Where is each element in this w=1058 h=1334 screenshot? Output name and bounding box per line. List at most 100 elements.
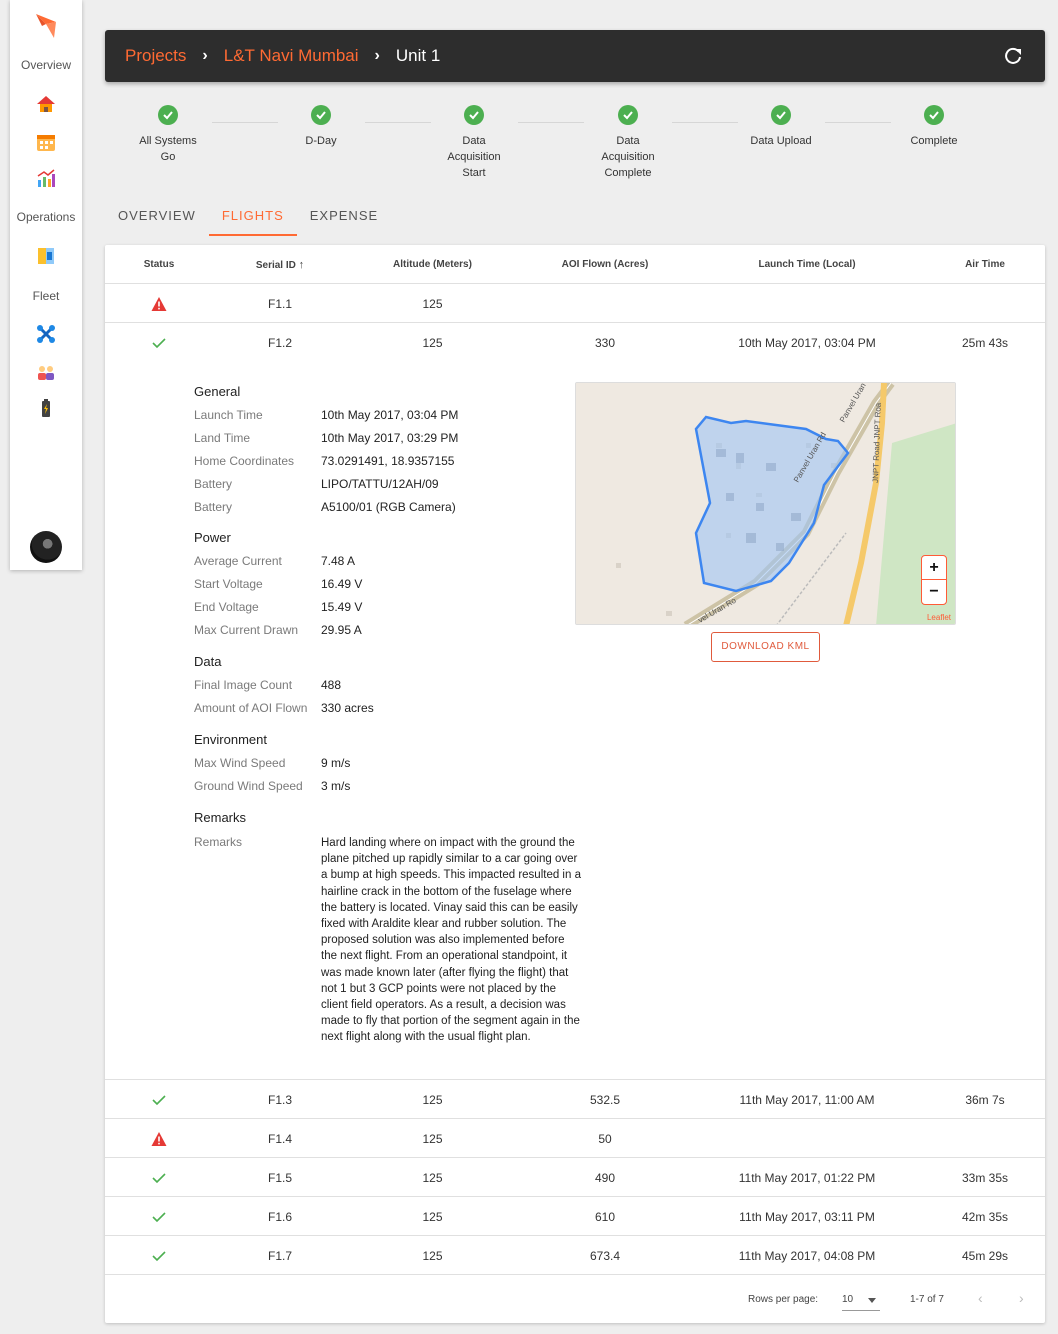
detail-value: 73.0291491, 18.9357155 — [321, 454, 455, 468]
check-circle-icon — [924, 105, 944, 125]
cell-air-time: 42m 35s — [961, 1210, 1009, 1224]
step-label: Data Upload — [750, 135, 812, 147]
cell-air-time: 33m 35s — [961, 1171, 1009, 1185]
cell-serial-id: F1.3 — [267, 1093, 292, 1107]
prev-page-icon[interactable]: ‹ — [978, 1290, 983, 1306]
tab-expense[interactable]: EXPENSE — [297, 200, 391, 236]
table-row[interactable]: F1.6 125 610 11th May 2017, 03:11 PM 42m 35s — [105, 1197, 1045, 1236]
detail-value: 488 — [321, 678, 342, 692]
tab-bar: OVERVIEW FLIGHTS EXPENSE — [105, 200, 391, 236]
battery-icon[interactable] — [36, 398, 56, 418]
remarks-text: Hard landing where on impact with the gr… — [321, 837, 581, 1044]
cell-air-time: 25m 43s — [961, 336, 1009, 350]
detail-value: 330 acres — [321, 701, 374, 715]
step-label: Data Acquisition Complete — [601, 135, 655, 179]
column-serial-id-label: Serial ID — [255, 260, 296, 271]
cell-altitude: 125 — [422, 1249, 443, 1263]
column-altitude: Altitude (Meters) — [393, 259, 472, 270]
check-circle-icon — [618, 105, 638, 125]
sidebar-overview-label: Overview — [20, 58, 71, 72]
cell-air-time: 45m 29s — [961, 1249, 1009, 1263]
map-canvas: Panvel Uran Rd Panvel Uran Rd JNPT Road … — [576, 383, 955, 624]
detail-value: 10th May 2017, 03:04 PM — [321, 408, 459, 422]
cell-launch-time: 10th May 2017, 03:04 PM — [738, 336, 876, 350]
refresh-icon[interactable] — [1003, 46, 1023, 66]
table-row[interactable]: F1.3 125 532.5 11th May 2017, 11:00 AM 36m 7… — [105, 1080, 1045, 1119]
step-item: Data Upload — [726, 105, 836, 149]
step-label: D-Day — [305, 135, 337, 147]
step-label: Complete — [910, 135, 958, 147]
check-circle-icon — [464, 105, 484, 125]
check-circle-icon — [771, 105, 791, 125]
section-environment-title: Environment — [194, 732, 267, 747]
detail-value: 15.49 V — [321, 600, 363, 614]
cell-altitude: 125 — [422, 297, 443, 311]
table-row[interactable]: F1.2 125 330 10th May 2017, 03:04 PM 25m 43s — [105, 323, 1045, 362]
calendar-icon[interactable] — [36, 132, 56, 152]
detail-value: 3 m/s — [321, 779, 351, 793]
map-attribution[interactable]: Leaflet — [927, 613, 951, 622]
progress-stepper: All Systems Go D-Day Data Acquisition Star… — [105, 100, 1045, 190]
table-row[interactable]: F1.4 125 50 — [105, 1119, 1045, 1158]
detail-value: LIPO/TATTU/12AH/09 — [321, 477, 439, 491]
cell-altitude: 125 — [422, 1171, 443, 1185]
column-status: Status — [143, 259, 175, 270]
cell-serial-id: F1.2 — [267, 336, 292, 350]
breadcrumb-projects[interactable]: Projects — [125, 46, 186, 66]
table-row[interactable]: F1.1 125 — [105, 284, 1045, 323]
cell-altitude: 125 — [422, 336, 443, 350]
step-label: Data Acquisition Start — [447, 135, 501, 179]
detail-label: Max Wind Speed — [194, 756, 286, 770]
detail-value: 16.49 V — [321, 577, 363, 591]
cell-aoi: 610 — [594, 1210, 616, 1224]
avatar[interactable] — [30, 531, 62, 563]
sidebar-fleet-label: Fleet — [32, 289, 60, 303]
sidebar-operations-label: Operations — [16, 210, 76, 224]
check-circle-icon — [311, 105, 331, 125]
check-icon — [152, 1173, 166, 1184]
chart-icon[interactable] — [36, 168, 56, 188]
rows-per-page-select[interactable]: 10 — [842, 1294, 880, 1311]
table-row[interactable]: F1.7 125 673.4 11th May 2017, 04:08 PM 45m 2… — [105, 1236, 1045, 1275]
check-icon — [152, 338, 166, 349]
step-item: D-Day — [266, 105, 376, 149]
table-header: Status Serial ID ↑ Altitude (Meters) AOI… — [105, 245, 1045, 284]
map-zoom-control: + − — [921, 555, 947, 605]
cell-altitude: 125 — [422, 1132, 443, 1146]
drone-icon[interactable] — [36, 324, 56, 344]
remarks-label: Remarks — [194, 835, 243, 849]
map-book-icon[interactable] — [36, 246, 56, 266]
team-icon[interactable] — [36, 362, 56, 382]
cell-aoi: 50 — [598, 1132, 612, 1146]
page-range: 1-7 of 7 — [910, 1294, 944, 1305]
cell-serial-id: F1.4 — [267, 1132, 292, 1146]
tab-flights[interactable]: FLIGHTS — [208, 200, 297, 236]
detail-value: 10th May 2017, 03:29 PM — [321, 431, 459, 445]
cell-launch-time: 11th May 2017, 11:00 AM — [739, 1093, 875, 1107]
detail-label: Max Current Drawn — [194, 623, 299, 637]
header-bar: Projects › L&T Navi Mumbai › Unit 1 — [105, 30, 1045, 82]
section-general-title: General — [194, 384, 241, 399]
flight-map[interactable]: Panvel Uran Rd Panvel Uran Rd JNPT Road … — [575, 382, 956, 625]
zoom-out-button[interactable]: − — [922, 580, 946, 604]
cell-air-time: 36m 7s — [965, 1093, 1005, 1107]
next-page-icon[interactable]: › — [1019, 1290, 1024, 1306]
detail-label: Battery — [194, 500, 233, 514]
download-kml-button[interactable]: DOWNLOAD KML — [711, 632, 820, 662]
logo-icon[interactable] — [34, 12, 58, 40]
home-icon[interactable] — [36, 94, 56, 114]
cell-serial-id: F1.6 — [267, 1210, 292, 1224]
column-serial-id[interactable]: Serial ID ↑ — [225, 259, 335, 271]
table-row[interactable]: F1.5 125 490 11th May 2017, 01:22 PM 33m 35s — [105, 1158, 1045, 1197]
zoom-in-button[interactable]: + — [922, 556, 946, 580]
tab-overview[interactable]: OVERVIEW — [105, 200, 209, 236]
breadcrumb-project[interactable]: L&T Navi Mumbai — [224, 46, 359, 66]
flight-detail-panel: General Launch Time 10th May 2017, 03:04 … — [105, 362, 1045, 1080]
caret-down-icon — [868, 1298, 876, 1303]
detail-value: 29.95 A — [321, 623, 362, 637]
detail-label: Final Image Count — [194, 678, 293, 692]
detail-label: Start Voltage — [194, 577, 263, 591]
cell-aoi: 673.4 — [589, 1249, 621, 1263]
column-launch-time: Launch Time (Local) — [758, 259, 856, 270]
detail-label: Battery — [194, 477, 233, 491]
